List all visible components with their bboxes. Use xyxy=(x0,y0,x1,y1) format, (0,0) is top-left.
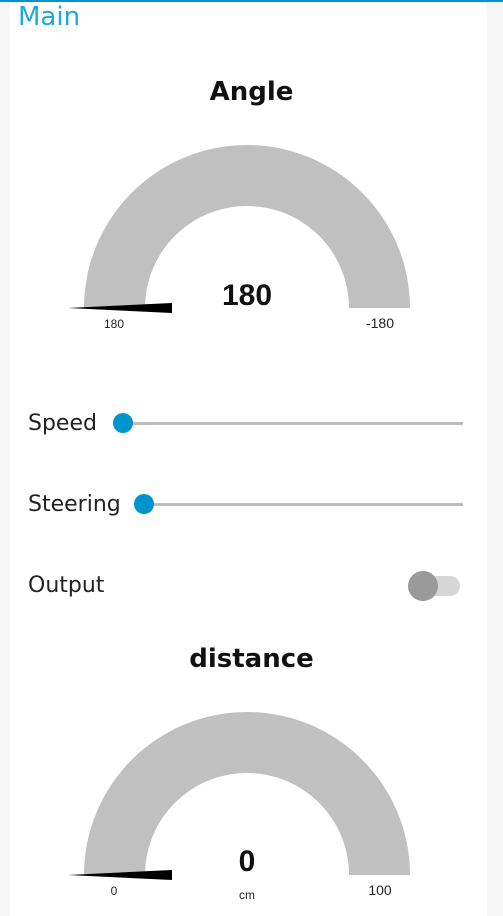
distance-gauge-min-label: 0 xyxy=(111,884,118,898)
distance-gauge-title: distance xyxy=(189,644,314,674)
distance-gauge: 0 cm 0 100 xyxy=(68,712,410,902)
angle-gauge-title: Angle xyxy=(209,77,294,107)
angle-gauge: 180 180 -180 xyxy=(68,145,410,331)
speed-label: Speed xyxy=(28,411,97,436)
angle-gauge-max-label: -180 xyxy=(366,315,394,331)
angle-gauge-min-label: 180 xyxy=(104,317,124,331)
distance-gauge-max-label: 100 xyxy=(368,882,392,898)
angle-gauge-value: 180 xyxy=(222,279,272,312)
output-label: Output xyxy=(28,573,105,598)
output-switch-thumb[interactable] xyxy=(408,571,438,601)
speed-slider-thumb[interactable] xyxy=(113,413,133,433)
steering-slider-track[interactable] xyxy=(144,503,463,506)
distance-gauge-units: cm xyxy=(239,888,255,902)
group-title: Main xyxy=(18,2,81,32)
steering-slider-thumb[interactable] xyxy=(134,494,154,514)
distance-gauge-value: 0 xyxy=(239,845,256,878)
steering-label: Steering xyxy=(28,492,121,517)
speed-slider-track[interactable] xyxy=(123,422,463,425)
